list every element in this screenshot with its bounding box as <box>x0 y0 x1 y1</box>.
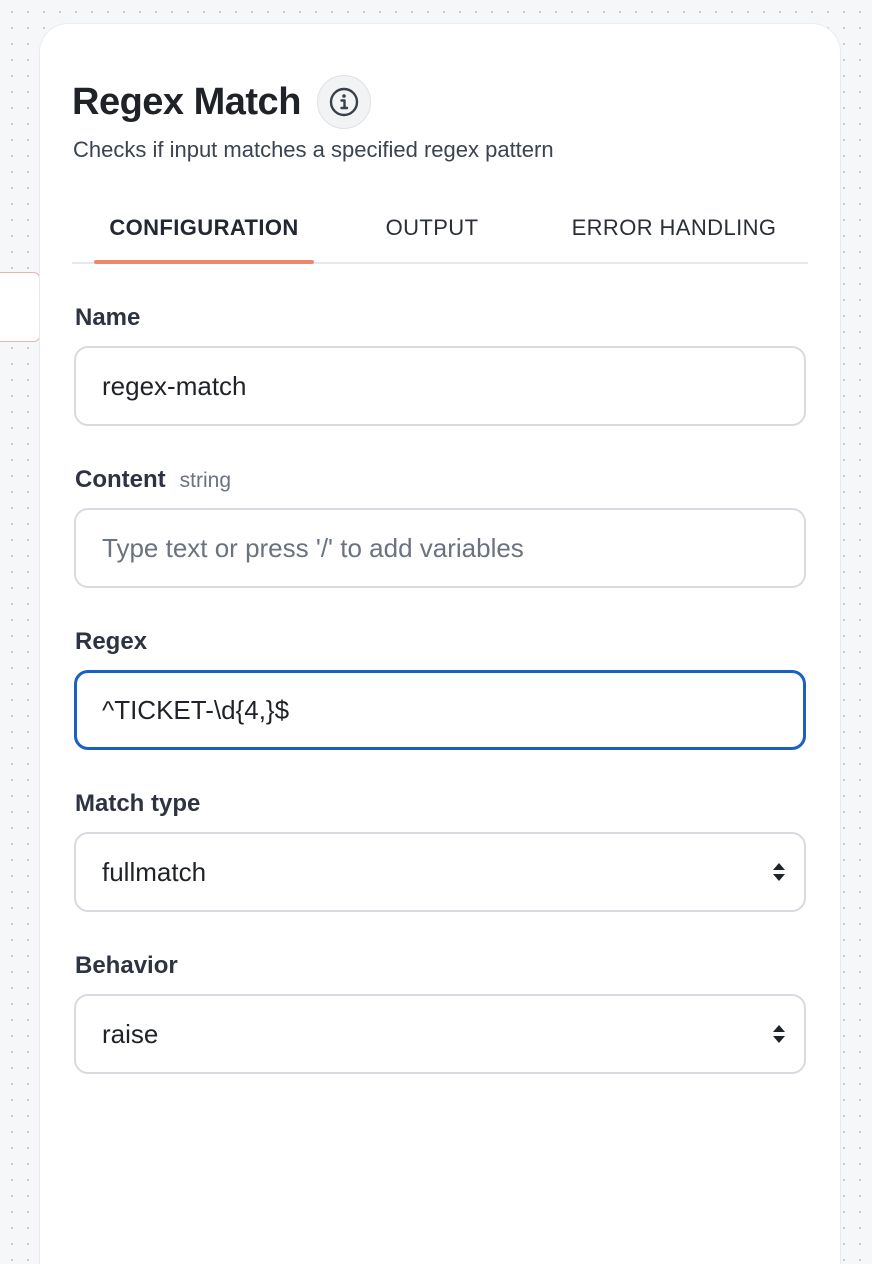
match-type-label-text: Match type <box>75 790 201 817</box>
regex-label-text: Regex <box>75 628 148 655</box>
panel-title: Regex Match <box>72 81 301 123</box>
match-type-value: fullmatch <box>102 856 207 887</box>
content-label-text: Content <box>75 466 166 493</box>
tab-label: CONFIGURATION <box>109 215 299 240</box>
match-type-select[interactable]: fullmatch <box>74 832 806 912</box>
regex-label: Regex <box>75 626 147 658</box>
tab-error-handling[interactable]: ERROR HANDLING <box>554 192 794 264</box>
match-type-label: Match type <box>75 788 200 820</box>
content-label: Content string <box>75 464 231 497</box>
info-icon <box>329 87 359 117</box>
select-arrows-icon <box>773 863 785 881</box>
content-input[interactable]: Type text or press '/' to add variables <box>74 508 806 588</box>
tab-label: ERROR HANDLING <box>571 215 777 240</box>
behavior-value: raise <box>102 1018 159 1049</box>
panel-header: Regex Match <box>72 74 371 130</box>
name-input[interactable]: regex-match <box>74 346 806 426</box>
tab-label: OUTPUT <box>385 215 479 240</box>
active-tab-indicator <box>94 260 314 264</box>
name-input-value: regex-match <box>102 370 247 401</box>
name-label: Name <box>75 302 140 334</box>
canvas-node-edge[interactable] <box>0 272 40 342</box>
behavior-label: Behavior <box>75 950 178 982</box>
behavior-select[interactable]: raise <box>74 994 806 1074</box>
node-config-panel: Regex Match Checks if input matches a sp… <box>40 24 840 1264</box>
tab-output[interactable]: OUTPUT <box>358 192 506 264</box>
panel-subtitle: Checks if input matches a specified rege… <box>73 137 554 162</box>
regex-input[interactable]: ^TICKET-\d{4,}$ <box>74 670 806 750</box>
behavior-label-text: Behavior <box>75 952 178 979</box>
name-label-text: Name <box>75 304 141 331</box>
content-input-placeholder: Type text or press '/' to add variables <box>102 532 524 563</box>
regex-input-value: ^TICKET-\d{4,}$ <box>102 694 290 725</box>
tab-bar: CONFIGURATION OUTPUT ERROR HANDLING <box>72 192 808 264</box>
select-arrows-icon <box>773 1025 785 1043</box>
content-type-hint: string <box>179 469 232 492</box>
tab-configuration[interactable]: CONFIGURATION <box>94 192 314 264</box>
info-button[interactable] <box>316 75 371 129</box>
